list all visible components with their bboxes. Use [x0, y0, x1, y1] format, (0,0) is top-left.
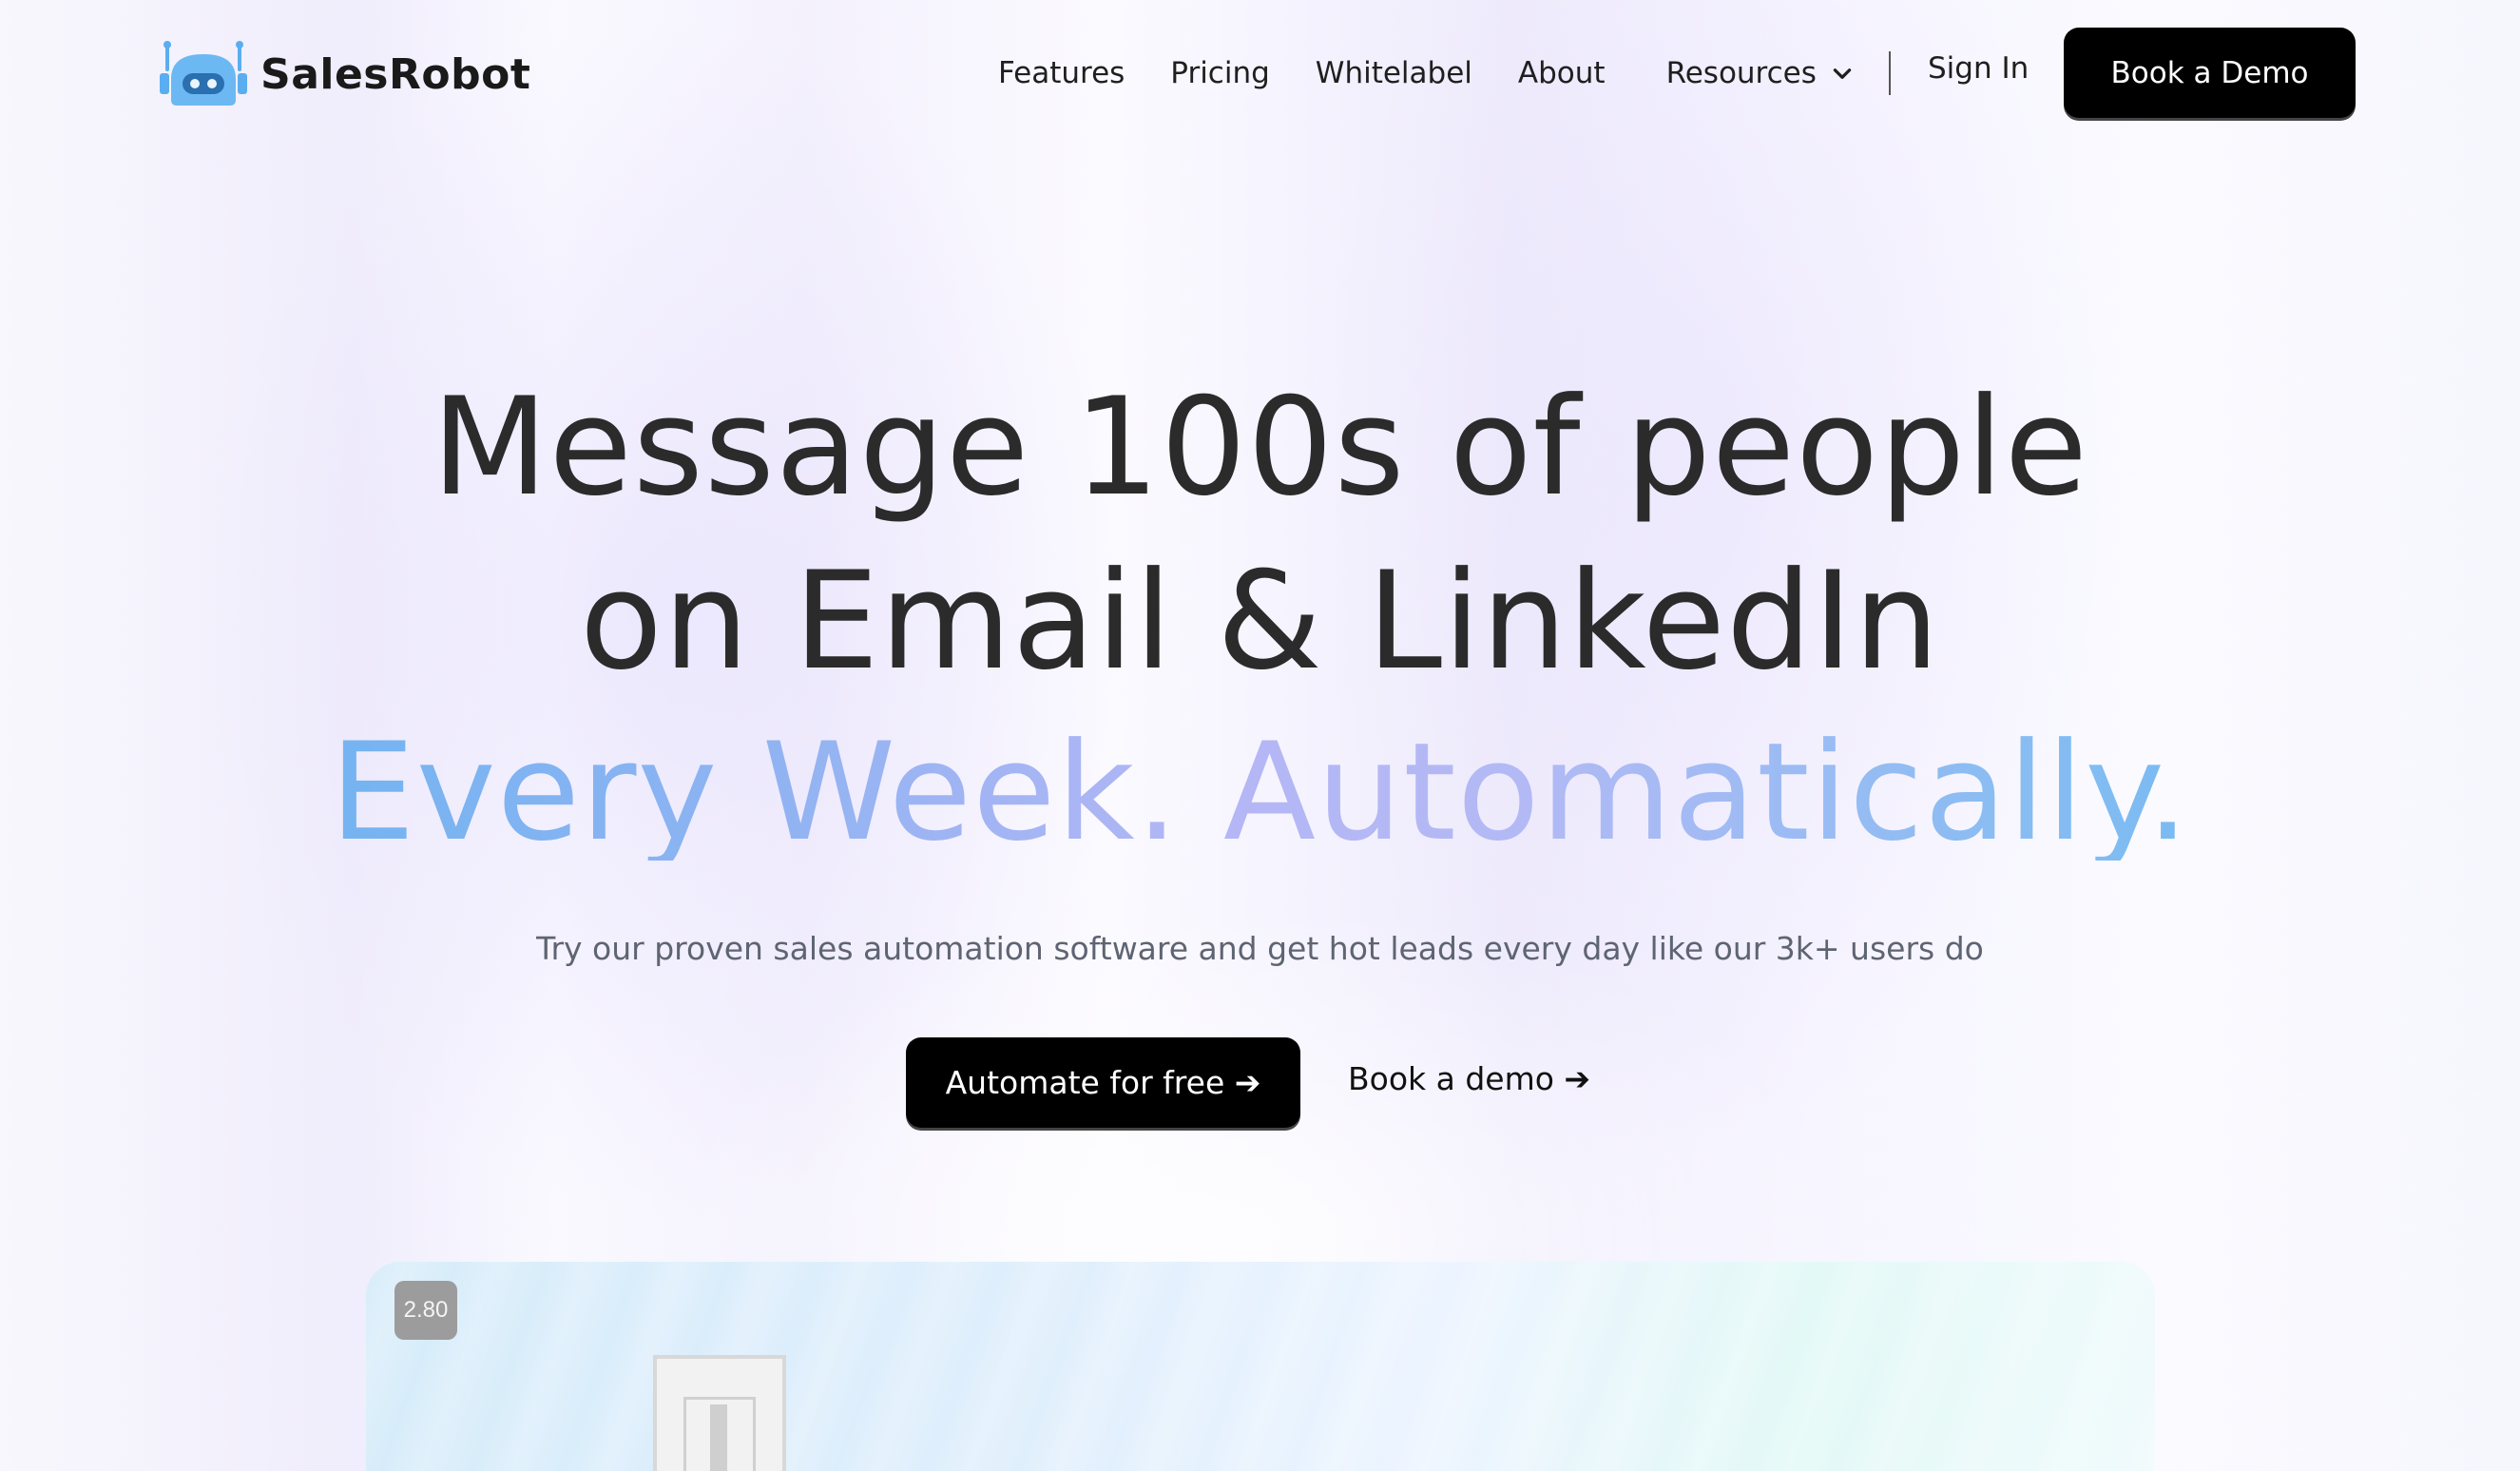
- hero-headline-gradient: Every Week. Automatically.: [0, 726, 2520, 861]
- brand-name: SalesRobot: [260, 49, 531, 99]
- nav-links: Features Pricing Whitelabel About Resour…: [998, 48, 1855, 99]
- robot-head-icon: [160, 41, 247, 106]
- automate-for-free-button[interactable]: Automate for free ➔: [906, 1037, 1300, 1128]
- hero-subtitle: Try our proven sales automation software…: [536, 930, 1984, 967]
- book-a-demo-link[interactable]: Book a demo ➔: [1348, 1060, 1590, 1097]
- video-sheen: [366, 1262, 2155, 1471]
- document-thumbnail: [653, 1355, 786, 1471]
- chevron-down-icon: [1833, 68, 1852, 79]
- hero-headline-line-2: on Email & LinkedIn: [579, 543, 1941, 700]
- playback-speed-badge: 2.80: [394, 1281, 457, 1340]
- nav-link-features[interactable]: Features: [998, 56, 1125, 90]
- product-video-preview[interactable]: 2.80: [366, 1262, 2155, 1471]
- hero-headline-line-1: Message 100s of people: [432, 369, 2088, 526]
- nav-resources-label: Resources: [1665, 56, 1817, 90]
- book-demo-button[interactable]: Book a Demo: [2064, 28, 2356, 118]
- nav-link-whitelabel[interactable]: Whitelabel: [1316, 56, 1472, 90]
- nav-resources-dropdown[interactable]: Resources: [1666, 56, 1855, 90]
- brand-logo[interactable]: SalesRobot: [160, 40, 530, 108]
- top-navigation: SalesRobot Features Pricing Whitelabel A…: [0, 0, 2520, 147]
- nav-divider: [1889, 51, 1891, 95]
- nav-link-about[interactable]: About: [1518, 56, 1606, 90]
- sign-in-link[interactable]: Sign In: [1928, 51, 2029, 86]
- nav-link-pricing[interactable]: Pricing: [1170, 56, 1270, 90]
